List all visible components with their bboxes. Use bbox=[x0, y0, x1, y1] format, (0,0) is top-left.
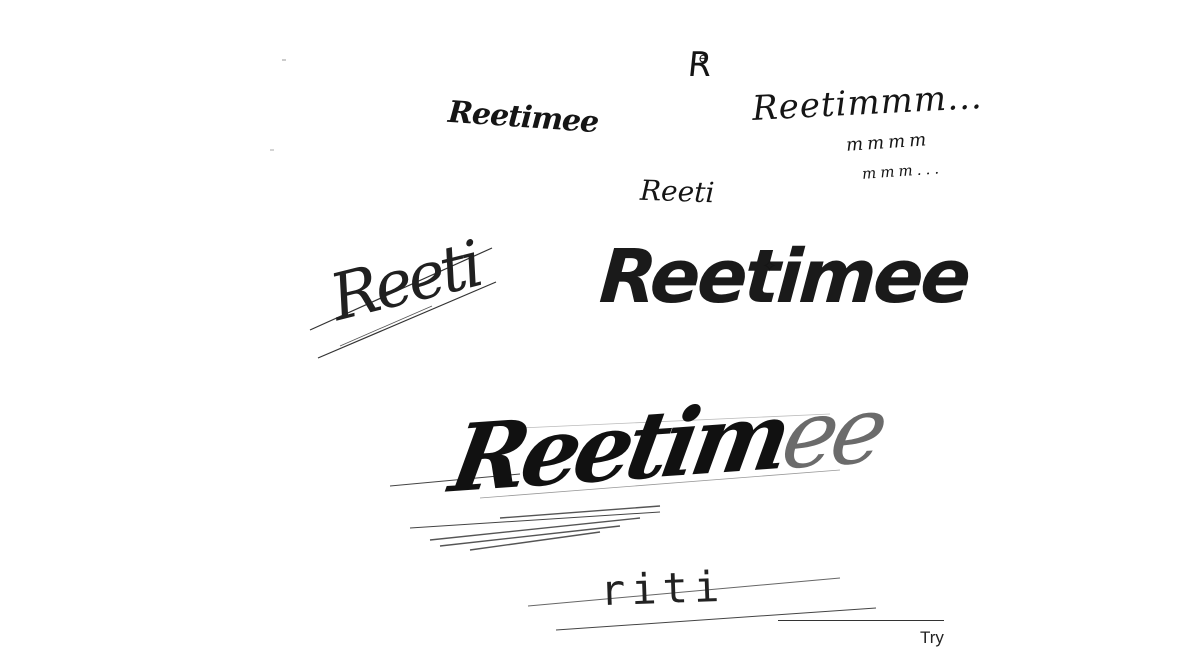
monogram-small-e: e bbox=[697, 51, 708, 66]
logo-reetimee: Reetimee bbox=[596, 234, 971, 320]
sketch-sheet: R e Reetimee Reetimmm... mmmm mmm... Ree… bbox=[0, 0, 1200, 653]
try-label: Try bbox=[920, 628, 944, 647]
riti-sketch: riti bbox=[599, 561, 726, 616]
try-divider bbox=[778, 620, 944, 621]
guide-lines bbox=[270, 59, 877, 631]
monogram-r: R e bbox=[686, 45, 714, 85]
hatching bbox=[429, 505, 661, 551]
small-reeti: Reeti bbox=[639, 173, 716, 210]
shaded-faint-text: ee bbox=[774, 375, 891, 491]
sparkle-icon: ✧ bbox=[762, 256, 778, 277]
